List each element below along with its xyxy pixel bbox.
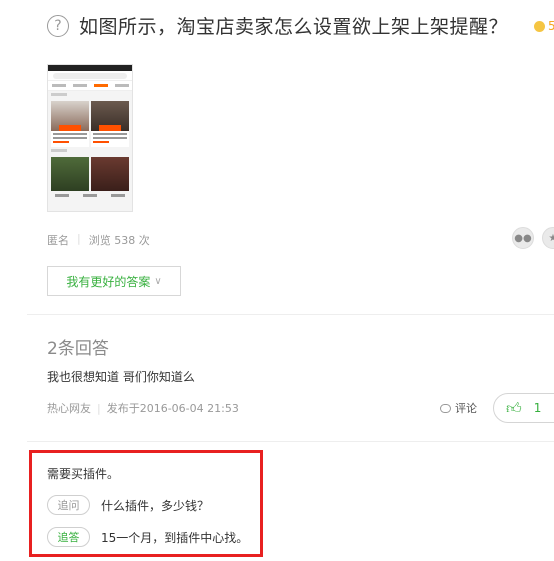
answers-count: 2条回答 [47, 339, 109, 359]
phone-bottom-bar [48, 191, 132, 197]
chevron-down-icon: ∨ [154, 275, 162, 287]
answer-meta: 热心网友 | 发布于2016-06-04 21:53 [47, 402, 239, 415]
reward-amount: 5 [548, 19, 554, 33]
better-answer-button[interactable]: 我有更好的答案 ∨ [47, 266, 181, 296]
phone-product-card [51, 101, 89, 147]
phone-search-bar [48, 71, 132, 81]
followup-ask-text: 什么插件，多少钱？ [101, 498, 210, 513]
followup-ask-tag: 追问 [47, 495, 90, 515]
phone-product-card [91, 157, 129, 191]
question-image[interactable] [47, 64, 133, 212]
comment-button[interactable]: 评论 [440, 400, 477, 416]
answer-text: 我也很想知道 哥们你知道么 [47, 370, 195, 384]
question-author: 匿名 [47, 234, 69, 247]
followup-answer-tag: 追答 [47, 527, 90, 547]
question-title: ? 如图所示，淘宝店卖家怎么设置欲上架上架提醒？ [47, 12, 508, 39]
question-views: 浏览 538 次 [88, 234, 150, 247]
qzone-icon[interactable]: ★ [542, 227, 554, 249]
coin-icon [534, 20, 545, 32]
like-button[interactable]: 👍︎ 1 [493, 393, 554, 423]
divider [27, 314, 554, 315]
divider [27, 441, 554, 442]
reward-badge: 5 [534, 19, 554, 33]
answer-text: 需要买插件。 [47, 467, 120, 481]
thumbs-up-icon: 👍︎ [506, 398, 522, 417]
phone-product-card [51, 157, 89, 191]
answer-author[interactable]: 热心网友 [47, 402, 91, 415]
followup-answer-text: 15一个月，到插件中心找。 [101, 530, 249, 545]
wechat-icon[interactable]: ●● [512, 227, 534, 249]
question-circle-icon: ? [47, 14, 69, 37]
question-meta: 匿名 | 浏览 538 次 [47, 232, 150, 247]
share-icons: ●● ★ [512, 227, 554, 249]
comment-label: 评论 [455, 402, 477, 415]
comment-icon [440, 403, 451, 413]
question-text: 如图所示，淘宝店卖家怎么设置欲上架上架提醒？ [79, 16, 509, 38]
followup-answer-row: 追答 15一个月，到插件中心找。 [47, 527, 248, 547]
followup-question-row: 追问 什么插件，多少钱？ [47, 495, 209, 515]
phone-tabs [48, 81, 132, 91]
answer-time: 发布于2016-06-04 21:53 [106, 402, 239, 415]
better-answer-label: 我有更好的答案 [66, 274, 151, 289]
phone-product-card [91, 101, 129, 147]
like-count: 1 [533, 401, 542, 415]
